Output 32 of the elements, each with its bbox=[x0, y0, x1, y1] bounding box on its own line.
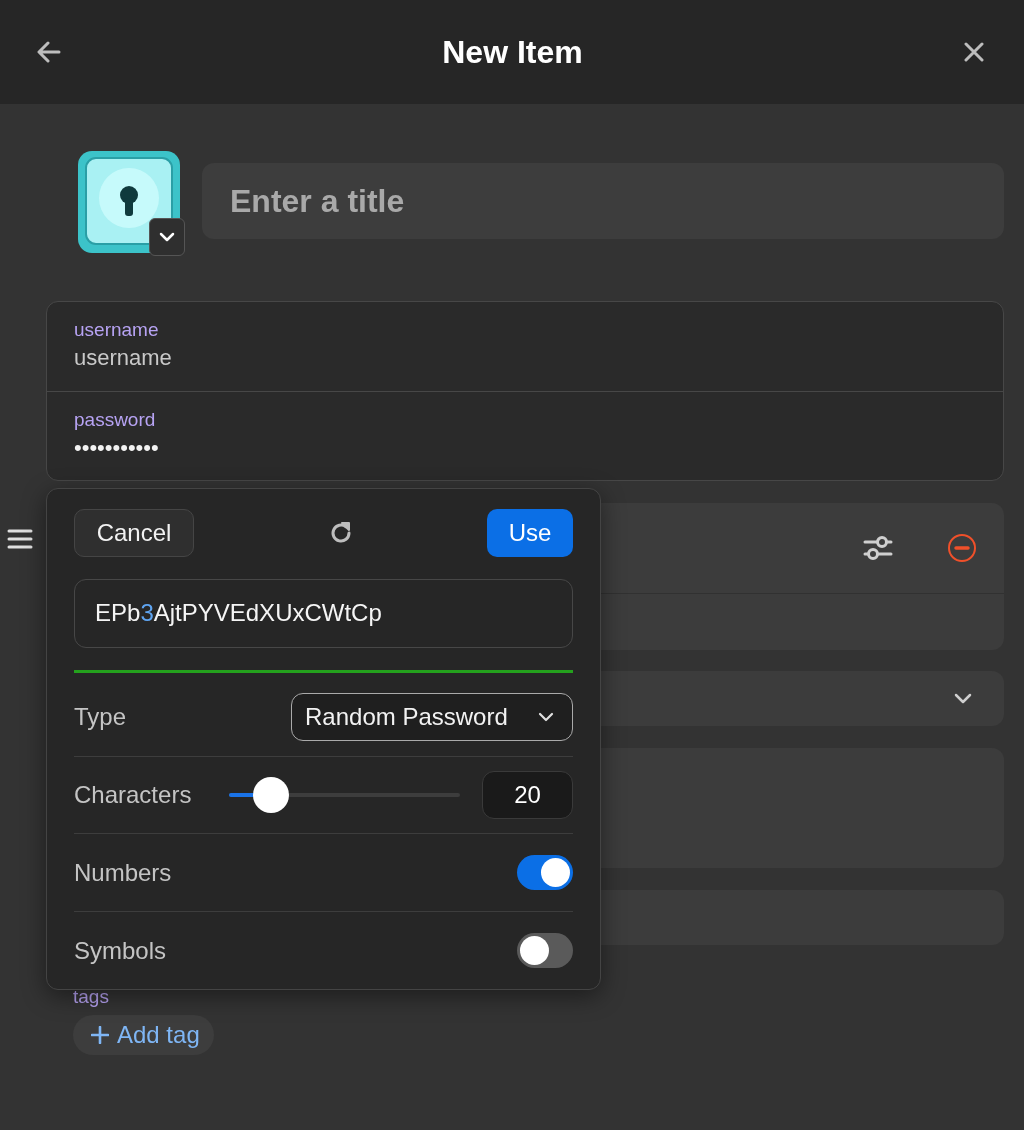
use-button[interactable]: Use bbox=[487, 509, 573, 557]
title-field[interactable]: Enter a title bbox=[202, 163, 1004, 239]
option-label: Symbols bbox=[74, 936, 168, 965]
chevron-down-icon bbox=[538, 711, 554, 722]
field-label: password bbox=[74, 408, 157, 432]
option-label: Type bbox=[74, 702, 128, 731]
close-icon[interactable] bbox=[964, 42, 984, 62]
back-arrow-icon[interactable] bbox=[37, 41, 61, 63]
slider-thumb[interactable] bbox=[252, 777, 289, 813]
input-field[interactable]: username bbox=[74, 342, 976, 374]
field-label: tags bbox=[73, 985, 109, 1009]
field-label: username bbox=[74, 318, 160, 342]
remove-icon[interactable] bbox=[947, 533, 977, 563]
dropdown-button[interactable] bbox=[149, 218, 185, 256]
keyhole-icon[interactable] bbox=[77, 150, 181, 254]
toggle-switch[interactable] bbox=[517, 933, 573, 969]
option-label: Numbers bbox=[74, 858, 173, 887]
window-title: New Item bbox=[442, 33, 583, 71]
drag-handle-icon[interactable] bbox=[7, 529, 33, 549]
type-dropdown[interactable]: Random Password bbox=[291, 692, 573, 741]
plus-icon bbox=[91, 1026, 109, 1044]
toggle-switch[interactable] bbox=[517, 855, 573, 891]
option-label: Characters bbox=[74, 781, 193, 809]
chevron-down-icon bbox=[159, 232, 175, 242]
number-field[interactable]: 20 bbox=[482, 771, 573, 819]
generated-password: EPb3AjtPYVEdXUxCWtCp bbox=[95, 599, 382, 628]
password-field[interactable]: EPb3AjtPYVEdXUxCWtCp bbox=[74, 579, 573, 648]
input-field[interactable]: ••••••••••• bbox=[74, 432, 976, 464]
add-tag-button[interactable]: Add tag bbox=[73, 1015, 214, 1055]
sliders-icon[interactable] bbox=[863, 533, 893, 563]
cancel-button[interactable]: Cancel bbox=[74, 509, 194, 557]
chevron-down-icon[interactable] bbox=[954, 693, 972, 704]
